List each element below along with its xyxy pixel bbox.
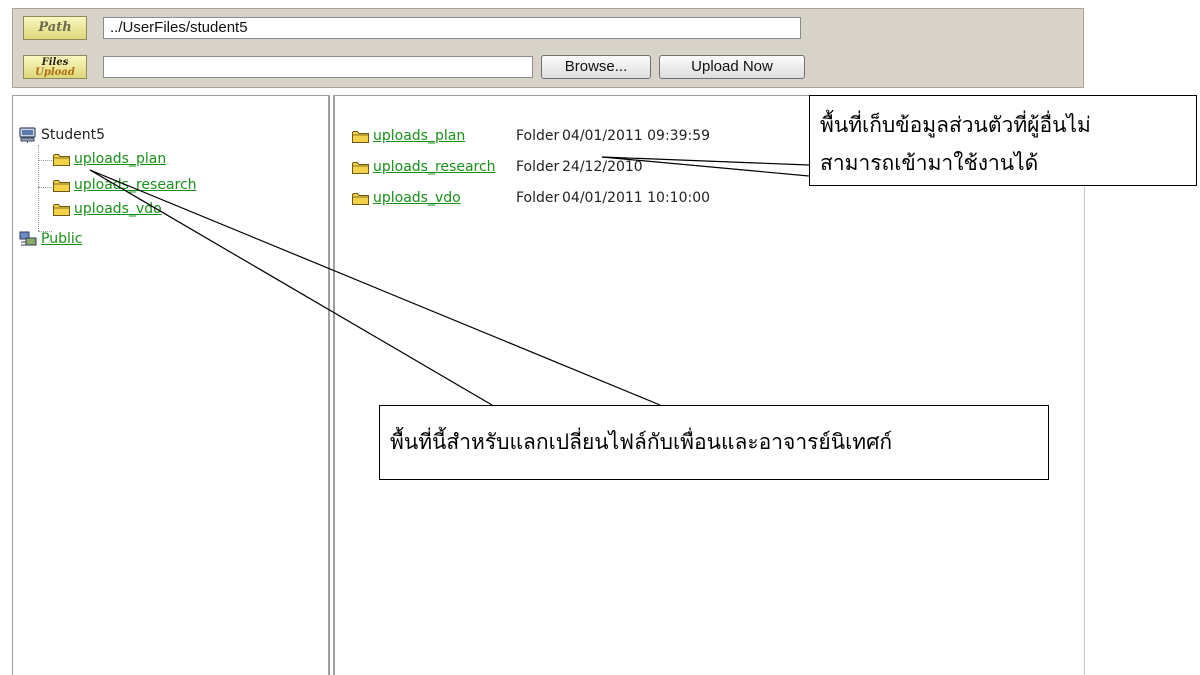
upload-label: Upload (35, 67, 75, 78)
path-field[interactable]: ../UserFiles/student5 (103, 17, 801, 39)
browse-button[interactable]: Browse... (541, 55, 651, 79)
public-link[interactable]: Public (41, 231, 82, 247)
folder-icon (352, 130, 369, 143)
file-row[interactable]: uploads_research Folder 24/12/2010 (352, 157, 643, 177)
private-area-callout: พื้นที่เก็บข้อมูลส่วนตัวที่ผู้อื่นไม่ สา… (809, 95, 1197, 186)
private-callout-line1: พื้นที่เก็บข้อมูลส่วนตัวที่ผู้อื่นไม่ (820, 113, 1091, 137)
path-label-badge: Path (23, 16, 87, 40)
shared-area-callout: พื้นที่นี้สำหรับแลกเปลี่ยนไฟล์กับเพื่อนแ… (379, 405, 1049, 480)
tree-item-uploads-plan[interactable]: uploads_plan (53, 151, 166, 167)
tree-root-student5[interactable]: Student5 (19, 127, 105, 143)
folder-icon (53, 203, 70, 216)
tree-guide-line (38, 160, 52, 161)
path-label: Path (38, 20, 72, 35)
file-name-cell: uploads_research (352, 159, 516, 175)
file-row[interactable]: uploads_plan Folder 04/01/2011 09:39:59 (352, 126, 710, 146)
tree-item-public[interactable]: Public (19, 231, 82, 247)
file-name-link[interactable]: uploads_vdo (373, 190, 461, 206)
tree-item-uploads-research[interactable]: uploads_research (53, 177, 197, 193)
private-callout-line2: สามารถเข้ามาใช้งานได้ (820, 151, 1039, 175)
upload-toolbar: Path ../UserFiles/student5 Files Upload … (12, 8, 1084, 88)
file-type: Folder (516, 159, 560, 175)
tree-root-label: Student5 (41, 127, 106, 143)
file-name-cell: uploads_plan (352, 128, 516, 144)
file-type: Folder (516, 128, 560, 144)
upload-now-button[interactable]: Upload Now (659, 55, 805, 79)
file-date: 24/12/2010 (562, 159, 643, 175)
tree-item-link[interactable]: uploads_vdo (74, 201, 162, 217)
tree-guide-line (38, 187, 52, 188)
file-name-link[interactable]: uploads_plan (373, 128, 465, 144)
folder-icon (53, 153, 70, 166)
network-icon (19, 231, 37, 247)
file-path-input[interactable] (103, 56, 533, 78)
tree-item-link[interactable]: uploads_plan (74, 151, 166, 167)
file-row[interactable]: uploads_vdo Folder 04/01/2011 10:10:00 (352, 188, 710, 208)
tree-item-uploads-vdo[interactable]: uploads_vdo (53, 201, 162, 217)
tree-item-link[interactable]: uploads_research (74, 177, 197, 193)
file-date: 04/01/2011 10:10:00 (562, 190, 711, 206)
file-type: Folder (516, 190, 560, 206)
folder-icon (53, 179, 70, 192)
shared-callout-text: พื้นที่นี้สำหรับแลกเปลี่ยนไฟล์กับเพื่อนแ… (390, 430, 893, 454)
files-upload-badge: Files Upload (23, 55, 87, 79)
tree-guide-line (38, 145, 39, 231)
server-icon (19, 127, 37, 143)
file-name-link[interactable]: uploads_research (373, 159, 496, 175)
file-date: 04/01/2011 09:39:59 (562, 128, 711, 144)
folder-icon (352, 161, 369, 174)
folder-icon (352, 192, 369, 205)
file-name-cell: uploads_vdo (352, 190, 516, 206)
